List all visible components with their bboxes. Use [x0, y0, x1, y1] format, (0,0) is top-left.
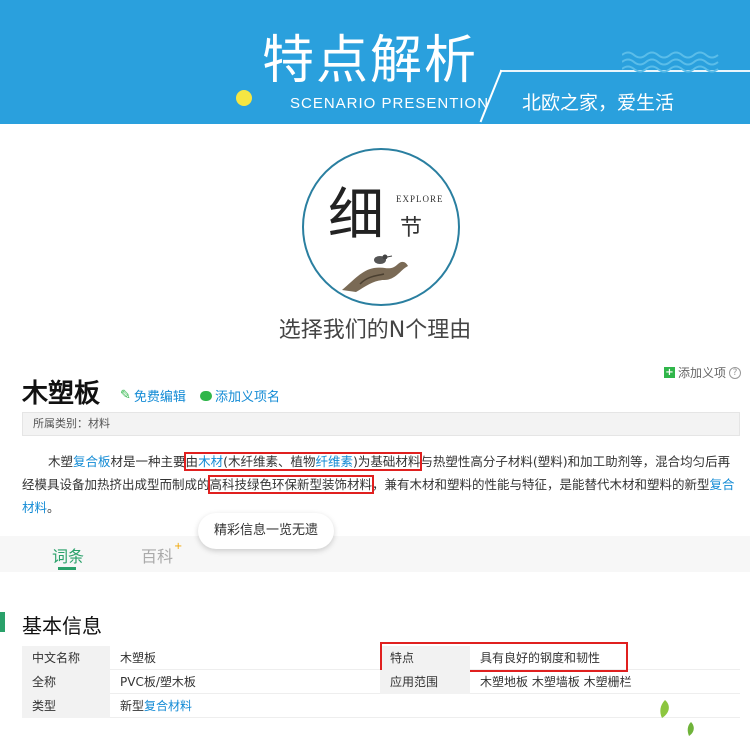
- banner-slogan: 北欧之家，爱生活: [522, 92, 675, 114]
- reasons-caption: 选择我们的N个理由: [278, 318, 472, 343]
- table-key: 应用范围: [380, 670, 470, 694]
- basic-info-table: 中文名称 木塑板 特点 具有良好的钢度和韧性 全称 PVC板/塑木板 应用范围 …: [22, 642, 740, 718]
- table-row: 全称 PVC板/塑木板 应用范围 木塑地板 木塑墙板 木塑栅栏: [22, 670, 740, 694]
- highlight-green-material: 高科技绿色环保新型装饰材料: [207, 475, 375, 494]
- table-value: 木塑板: [120, 651, 157, 665]
- summary-text: (木纤维素、植物: [223, 454, 316, 469]
- table-key: 中文名称: [22, 646, 110, 670]
- speech-bubble-icon: [200, 390, 212, 401]
- yellow-dot-icon: [236, 90, 252, 106]
- free-edit-link[interactable]: ✎ 免费编辑: [120, 386, 186, 405]
- tab-active-underline: [58, 567, 76, 570]
- table-key: 类型: [22, 694, 110, 718]
- entry-title: 木塑板: [22, 379, 101, 409]
- summary-text: 。: [47, 500, 60, 515]
- table-value-text: 新型: [120, 699, 145, 713]
- link-composite-material-2[interactable]: 复合材料: [144, 699, 192, 713]
- waves-icon: [622, 51, 719, 73]
- tabs-bar: [0, 536, 750, 572]
- add-term-label: 添加义项名: [215, 390, 281, 405]
- pencil-icon: ✎: [120, 388, 131, 403]
- plus-icon: +: [664, 367, 675, 378]
- free-edit-label: 免费编辑: [133, 390, 186, 405]
- banner-subtitle: SCENARIO PRESENTION: [290, 95, 490, 112]
- driftwood-bird-icon: [342, 254, 408, 292]
- table-row: 类型 新型复合材料: [22, 694, 740, 718]
- banner: 特点解析 SCENARIO PRESENTION 北欧之家，爱生活: [0, 0, 750, 124]
- leaf-icon: [687, 722, 694, 736]
- emblem-small-char: 节: [400, 216, 423, 241]
- help-icon[interactable]: ?: [729, 366, 742, 379]
- highlight-feature: [380, 642, 628, 672]
- tab-encyclopedia[interactable]: 百科: [141, 543, 173, 567]
- summary-text: ，兼有木材和塑料的性能与特征，是能替代木材和塑料的新型: [372, 477, 710, 492]
- summary-text: )为基础材料: [352, 454, 421, 469]
- summary-text: 由: [185, 454, 199, 469]
- tab-plus-badge: +: [174, 541, 183, 552]
- highlights-pill[interactable]: 精彩信息一览无遗: [198, 513, 334, 549]
- detail-emblem: 细 EXPLORE 节: [302, 148, 460, 306]
- category-value[interactable]: 材料: [88, 417, 110, 430]
- link-cellulose[interactable]: 纤维素: [315, 454, 353, 469]
- table-value: 木塑地板 木塑墙板 木塑栅栏: [480, 675, 632, 689]
- leaf-icon: [660, 700, 669, 718]
- add-sense-tip[interactable]: + 添加义项 ?: [664, 364, 742, 381]
- banner-title: 特点解析: [262, 31, 479, 91]
- table-value: PVC板/塑木板: [120, 675, 196, 689]
- summary-text: 材是一种主要: [110, 454, 186, 469]
- add-term-link[interactable]: 添加义项名: [200, 386, 280, 405]
- add-sense-label: 添加义项: [678, 366, 727, 380]
- emblem-explore-text: EXPLORE: [396, 194, 444, 204]
- highlight-wood-basis: 由木材(木纤维素、植物纤维素)为基础材料: [183, 452, 423, 471]
- table-value: 新型复合材料: [110, 694, 380, 718]
- summary-text: 木塑: [48, 454, 74, 469]
- summary-paragraph: 木塑复合板材是一种主要由木材(木纤维素、植物纤维素)为基础材料与热塑性高分子材料…: [22, 450, 740, 519]
- link-composite-board[interactable]: 复合板: [73, 454, 111, 469]
- table-row: 中文名称 木塑板 特点 具有良好的钢度和韧性: [22, 642, 740, 672]
- tab-entry[interactable]: 词条: [52, 543, 84, 567]
- category-prefix: 所属类别：: [33, 417, 88, 430]
- emblem-big-char: 细: [328, 183, 384, 248]
- basic-info-title: 基本信息: [22, 614, 102, 638]
- section-marker: [0, 612, 5, 632]
- link-wood[interactable]: 木材: [198, 454, 223, 469]
- category-bar: 所属类别：材料: [22, 412, 740, 436]
- table-key: 全称: [22, 670, 110, 694]
